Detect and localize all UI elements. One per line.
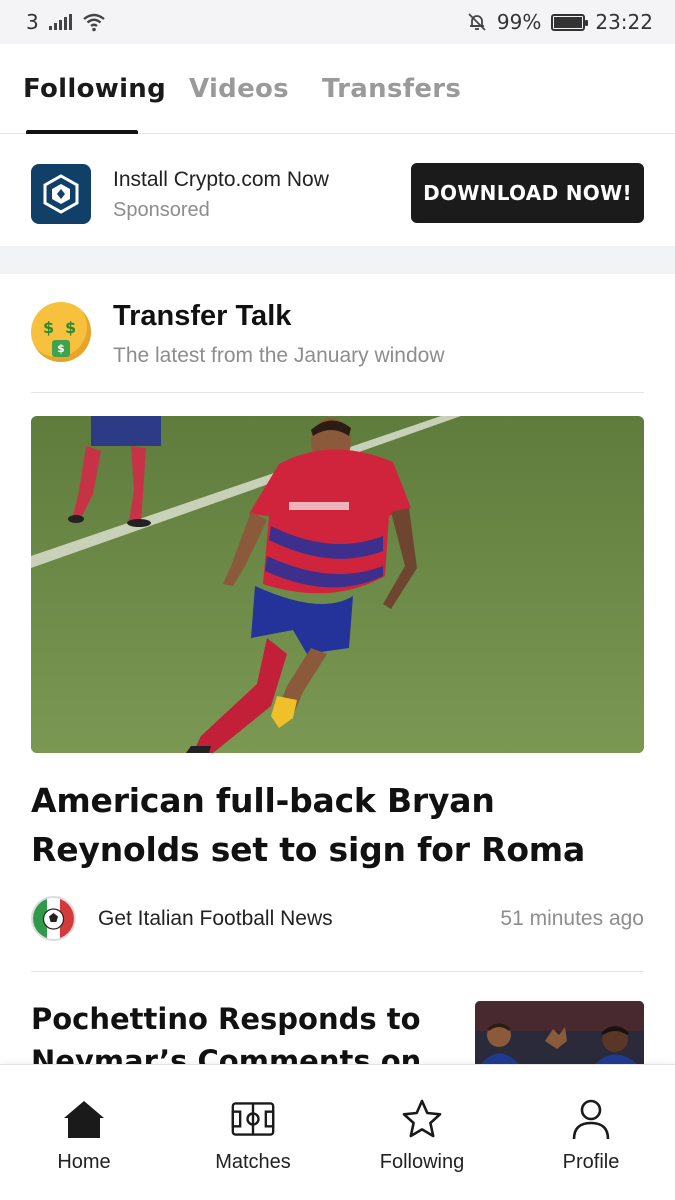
money-mouth-face-emoji: $ $ $ <box>31 302 91 362</box>
section-title: Transfer Talk <box>113 300 292 332</box>
section-subtitle: The latest from the January window <box>113 344 445 367</box>
bell-off-icon <box>468 13 486 31</box>
nav-following[interactable]: Following <box>338 1065 506 1200</box>
battery-percentage: 99% <box>496 10 542 34</box>
tab-following[interactable]: Following <box>23 74 166 104</box>
bottom-navigation: Home Matches Following Profile <box>0 1064 675 1200</box>
crypto-com-logo-icon <box>31 164 91 224</box>
home-icon <box>62 1097 106 1141</box>
active-tab-indicator <box>26 130 138 134</box>
status-left: 3 <box>26 10 106 34</box>
article-source-row[interactable]: Get Italian Football News 51 minutes ago <box>31 896 644 942</box>
download-now-button[interactable]: DOWNLOAD NOW! <box>411 163 644 223</box>
section-separator <box>0 246 675 274</box>
tab-transfers[interactable]: Transfers <box>322 74 461 104</box>
next-article-headline[interactable]: Pochettino Responds to Neymar’s Comments… <box>31 998 441 1064</box>
ad-sponsored-label: Sponsored <box>113 199 210 221</box>
clock: 23:22 <box>595 10 653 34</box>
article-timestamp: 51 minutes ago <box>500 907 644 930</box>
nav-profile[interactable]: Profile <box>507 1065 675 1200</box>
divider <box>31 392 644 393</box>
nav-matches[interactable]: Matches <box>169 1065 337 1200</box>
battery-icon <box>551 13 589 31</box>
next-article-thumbnail[interactable] <box>475 1001 644 1064</box>
carrier-label: 3 <box>26 10 39 34</box>
ad-title: Install Crypto.com Now <box>113 168 329 191</box>
pitch-icon <box>231 1097 275 1141</box>
transfer-talk-section: $ $ $ Transfer Talk The latest from the … <box>0 274 675 1064</box>
status-right: 99% 23:22 <box>467 10 653 34</box>
nav-profile-label: Profile <box>562 1151 620 1173</box>
divider <box>31 971 644 972</box>
person-icon <box>569 1097 613 1141</box>
top-tab-bar: Following Videos Transfers <box>0 44 675 134</box>
tab-videos[interactable]: Videos <box>189 74 289 104</box>
source-name: Get Italian Football News <box>98 907 333 930</box>
nav-home-label: Home <box>57 1151 111 1173</box>
source-logo-icon <box>31 896 76 941</box>
nav-following-label: Following <box>379 1151 465 1173</box>
nav-matches-label: Matches <box>215 1151 291 1173</box>
signal-icon <box>48 14 72 30</box>
status-bar: 3 99% 23:22 <box>0 0 675 44</box>
sponsored-ad[interactable]: Install Crypto.com Now Sponsored DOWNLOA… <box>0 138 675 246</box>
article-headline[interactable]: American full-back Bryan Reynolds set to… <box>31 776 644 874</box>
nav-home[interactable]: Home <box>0 1065 168 1200</box>
article-hero-image[interactable] <box>31 416 644 753</box>
wifi-icon <box>82 13 105 32</box>
star-icon <box>400 1097 444 1141</box>
